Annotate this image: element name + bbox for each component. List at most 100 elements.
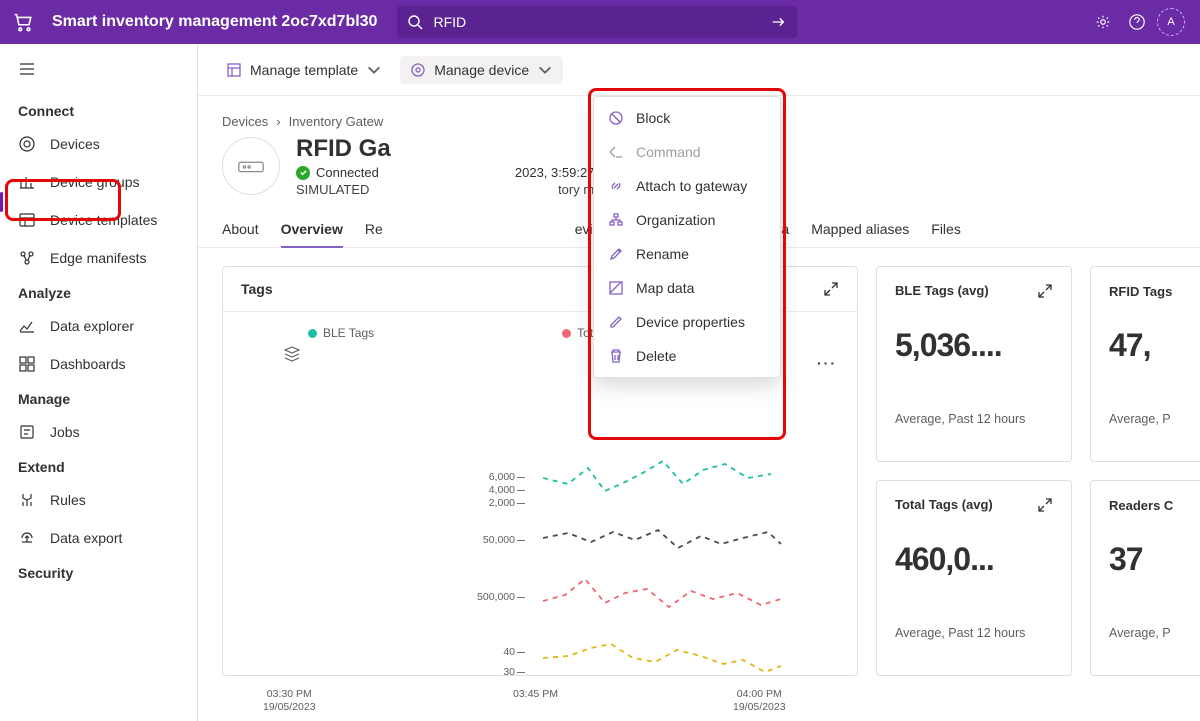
device-avatar [222, 137, 280, 195]
sidebar-item-label: Edge manifests [50, 250, 147, 266]
sidebar-item-jobs[interactable]: Jobs [0, 413, 197, 451]
series-ble [543, 456, 783, 511]
block-icon [608, 110, 624, 126]
tile-value: 5,036.... [895, 327, 1053, 364]
status-dot-icon [296, 166, 310, 180]
menu-attach[interactable]: Attach to gateway [594, 169, 780, 203]
bar-chart-icon [18, 173, 36, 191]
search-input[interactable] [433, 14, 769, 30]
menu-label: Organization [636, 212, 715, 228]
breadcrumb-root[interactable]: Devices [222, 114, 268, 129]
menu-label: Map data [636, 280, 694, 296]
ytick: 30 [465, 666, 515, 678]
attach-icon [608, 178, 624, 194]
tab-re[interactable]: Re [365, 213, 383, 247]
xtick: 03:45 PM [513, 688, 558, 700]
ytick: 2,000 [465, 497, 515, 509]
tile-footer: Average, P [1109, 626, 1200, 640]
chevron-down-icon [366, 62, 382, 78]
tab-overview[interactable]: Overview [281, 213, 343, 247]
sidebar-section-connect: Connect [0, 95, 197, 125]
tile-footer: Average, Past 12 hours [895, 626, 1053, 640]
menu-label: Delete [636, 348, 676, 364]
rename-icon [608, 246, 624, 262]
sidebar: Connect Devices Device groups Device tem… [0, 44, 198, 721]
menu-mapdata[interactable]: Map data [594, 271, 780, 305]
topbar: Smart inventory management 2oc7xd7bl30 A [0, 0, 1200, 44]
series-total [543, 518, 783, 568]
settings-button[interactable] [1086, 5, 1120, 39]
sidebar-item-device-groups[interactable]: Device groups [0, 163, 197, 201]
sidebar-section-security: Security [0, 557, 197, 587]
org-icon [608, 212, 624, 228]
map-icon [608, 280, 624, 296]
command-icon [608, 144, 624, 160]
xtick: 03:30 PM [267, 688, 312, 700]
breadcrumb-parent[interactable]: Inventory Gatew [289, 114, 384, 129]
menu-organization[interactable]: Organization [594, 203, 780, 237]
sidebar-item-label: Data export [50, 530, 122, 546]
sidebar-item-devices[interactable]: Devices [0, 125, 197, 163]
tile-total: Total Tags (avg) 460,0... Average, Past … [876, 480, 1072, 676]
ytick: 50,000 [465, 534, 515, 546]
series-readers [543, 636, 783, 686]
sidebar-item-data-export[interactable]: Data export [0, 519, 197, 557]
sidebar-item-label: Rules [50, 492, 86, 508]
tile-readers: Readers C 37 Average, P [1090, 480, 1200, 676]
chart-title: Tags [241, 281, 273, 297]
expand-icon[interactable] [1037, 497, 1053, 513]
expand-icon[interactable] [823, 281, 839, 297]
delete-icon [608, 348, 624, 364]
status-text: Connected [316, 165, 379, 180]
xtick: 19/05/2023 [733, 701, 786, 713]
sidebar-item-label: Device groups [50, 174, 140, 190]
help-button[interactable] [1120, 5, 1154, 39]
sidebar-item-rules[interactable]: Rules [0, 481, 197, 519]
tile-ble: BLE Tags (avg) 5,036.... Average, Past 1… [876, 266, 1072, 462]
tab-files[interactable]: Files [931, 213, 961, 247]
sidebar-item-dashboards[interactable]: Dashboards [0, 345, 197, 383]
account-button[interactable]: A [1154, 5, 1188, 39]
help-icon [1128, 13, 1146, 31]
explorer-icon [18, 317, 36, 335]
menu-label: Rename [636, 246, 689, 262]
menu-toggle[interactable] [0, 54, 197, 95]
tile-rfid: RFID Tags 47, Average, P [1090, 266, 1200, 462]
tab-about[interactable]: About [222, 213, 259, 247]
sidebar-item-label: Device templates [50, 212, 157, 228]
manage-device-button[interactable]: Manage device [400, 56, 563, 84]
gateway-icon [236, 156, 266, 176]
menu-icon [18, 60, 36, 78]
search-box[interactable] [397, 6, 797, 38]
menu-label: Block [636, 110, 670, 126]
chevron-down-icon [537, 62, 553, 78]
tab-mapped[interactable]: Mapped aliases [811, 213, 909, 247]
arrow-right-icon[interactable] [769, 13, 787, 31]
app-title: Smart inventory management 2oc7xd7bl30 [52, 13, 377, 31]
props-icon [608, 314, 624, 330]
sidebar-item-device-templates[interactable]: Device templates [0, 201, 197, 239]
ytick: 4,000 [465, 484, 515, 496]
menu-label: Device properties [636, 314, 745, 330]
sidebar-item-label: Devices [50, 136, 100, 152]
manage-template-button[interactable]: Manage template [216, 56, 392, 84]
tile-value: 47, [1109, 327, 1200, 364]
avatar: A [1157, 8, 1185, 36]
tile-title: RFID Tags [1109, 284, 1172, 299]
menu-delete[interactable]: Delete [594, 339, 780, 373]
ytick: 500,000 [465, 591, 515, 603]
jobs-icon [18, 423, 36, 441]
sidebar-item-label: Jobs [50, 424, 80, 440]
main-content: Manage template Manage device Devices › … [198, 44, 1200, 721]
menu-rename[interactable]: Rename [594, 237, 780, 271]
legend-ble: BLE Tags [323, 326, 374, 340]
ytick: 40 [465, 646, 515, 658]
tile-footer: Average, Past 12 hours [895, 412, 1053, 426]
sidebar-item-data-explorer[interactable]: Data explorer [0, 307, 197, 345]
expand-icon[interactable] [1037, 283, 1053, 299]
tile-value: 460,0... [895, 541, 1053, 578]
menu-devprops[interactable]: Device properties [594, 305, 780, 339]
sidebar-item-edge-manifests[interactable]: Edge manifests [0, 239, 197, 277]
edge-icon [18, 249, 36, 267]
menu-block[interactable]: Block [594, 101, 780, 135]
